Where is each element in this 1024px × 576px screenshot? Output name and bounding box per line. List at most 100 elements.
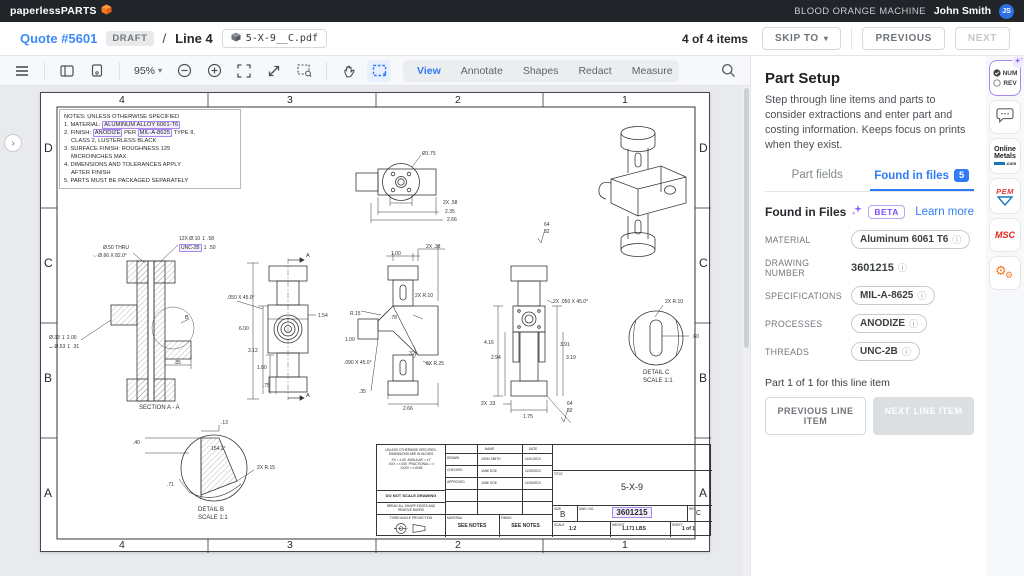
note-line: 3. SURFACE FINISH: ROUGHNESS 125	[64, 145, 236, 153]
extraction-thread[interactable]: UNC-2B	[179, 244, 202, 252]
panel-description: Step through line items and parts to con…	[765, 93, 974, 153]
note-line: 5. PARTS MUST BE PACKAGED SEPARATELY	[64, 177, 236, 185]
rev-radio[interactable]: REV	[993, 79, 1016, 87]
zoom-level-dropdown[interactable]: 95% ▾	[130, 63, 166, 79]
tb-title-label: TITLE	[554, 472, 563, 476]
tab-view[interactable]: View	[407, 62, 451, 80]
marquee-zoom-icon[interactable]	[292, 60, 316, 82]
avatar[interactable]: JS	[999, 4, 1014, 19]
chat-widget-card[interactable]	[989, 100, 1021, 134]
tab-annotate[interactable]: Annotate	[451, 62, 513, 80]
dim-label: 64	[567, 401, 573, 407]
tb-material-value: SEE NOTES	[445, 523, 499, 529]
field-label: THREADS	[765, 347, 851, 357]
third-angle-projection-icon	[393, 522, 429, 535]
pem-card[interactable]: PEM	[989, 178, 1021, 214]
skip-to-button[interactable]: SKIP TO ▾	[762, 27, 841, 50]
sparkle-plus-icon: +	[1012, 55, 1024, 68]
info-icon[interactable]: ⓘ	[909, 317, 918, 330]
tb-material-label: MATERIAL	[447, 516, 463, 520]
line-label: Line 4	[175, 31, 213, 46]
quote-bar: Quote #5601 DRAFT / Line 4 5-X-9__C.pdf …	[0, 22, 1024, 56]
tb-checked-date: 11/05/2020	[525, 469, 541, 473]
dim-label: .71	[167, 482, 174, 488]
field-value-chip[interactable]: MIL-A-8625ⓘ	[851, 286, 935, 305]
thumbnails-panel-icon[interactable]	[55, 60, 79, 82]
pan-hand-icon[interactable]	[337, 60, 361, 82]
tb-drawn-date: 11/01/2020	[525, 457, 541, 461]
online-metals-card[interactable]: Online Metals .com	[989, 138, 1021, 174]
dim-label: 2X R.10	[665, 299, 683, 305]
extraction-drawing-number[interactable]: 3601215	[612, 507, 651, 518]
divider	[119, 62, 120, 80]
integrations-rail: + NUM REV Online Metals .com PEM M	[986, 56, 1024, 576]
field-value-chip[interactable]: ANODIZEⓘ	[851, 314, 927, 333]
dim-label: 32	[409, 351, 415, 357]
brand-logo[interactable]: paperlessPARTS	[10, 4, 112, 18]
drawing-sheet: 4 3 2 1 4 3 2 1 D C B A D C B A	[40, 92, 710, 552]
next-button[interactable]: NEXT	[955, 27, 1010, 50]
brand-cube-icon	[101, 4, 112, 18]
tb-finish-label: FINISH	[501, 516, 511, 520]
info-icon[interactable]: ⓘ	[952, 233, 961, 246]
dim-label: DETAIL C	[643, 370, 669, 376]
tab-redact[interactable]: Redact	[568, 62, 621, 80]
tab-part-fields[interactable]: Part fields	[765, 163, 870, 191]
search-icon[interactable]	[716, 60, 740, 82]
zoom-out-icon[interactable]	[172, 60, 196, 82]
tab-shapes[interactable]: Shapes	[513, 62, 569, 80]
note-line: 4. DIMENSIONS AND TOLERANCES APPLY	[64, 161, 236, 169]
page-view-icon[interactable]	[85, 60, 109, 82]
previous-line-item-button[interactable]: PREVIOUS LINE ITEM	[765, 397, 866, 435]
zoom-in-icon[interactable]	[202, 60, 226, 82]
field-value-chip[interactable]: UNC-2Bⓘ	[851, 342, 920, 361]
field-row-drawing-number: DRAWING NUMBER 3601215ⓘ	[765, 258, 974, 277]
items-count: 4 of 4 items	[682, 32, 748, 46]
company-name: BLOOD ORANGE MACHINE	[794, 6, 926, 17]
note-line: 2. FINISH: ANODIZE PER MIL-A-8625 TYPE I…	[64, 129, 236, 137]
dim-label: .090 X 45.0°	[344, 360, 372, 366]
info-icon[interactable]: ⓘ	[917, 289, 926, 302]
dim-label: .78	[390, 315, 397, 321]
dim-label: A	[306, 253, 310, 259]
vertical-scrollbar	[743, 86, 750, 576]
msc-card[interactable]: MSC	[989, 218, 1021, 252]
file-chip[interactable]: 5-X-9__C.pdf	[222, 29, 327, 48]
tab-measure[interactable]: Measure	[622, 62, 683, 80]
menu-icon[interactable]	[10, 60, 34, 82]
quote-link[interactable]: Quote #5601	[20, 31, 97, 46]
scrollbar-thumb[interactable]	[744, 88, 749, 348]
next-line-item-button[interactable]: NEXT LINE ITEM	[873, 397, 974, 435]
title-block: UNLESS OTHERWISE SPECIFIED, DIMENSIONS A…	[376, 444, 711, 536]
tb-approved-name: JANE DOE	[481, 481, 497, 485]
num-rev-toggle-card[interactable]: + NUM REV	[989, 60, 1021, 96]
dim-label: SCALE 1:1	[198, 515, 228, 521]
tb-scale-value: 1:2	[569, 526, 576, 532]
previous-button[interactable]: PREVIOUS	[862, 27, 944, 50]
dim-label: UNC-2B ↧ .50	[179, 245, 216, 251]
tb-name-header: NAME	[485, 447, 494, 451]
online-metals-logo: Online Metals .com	[994, 146, 1017, 167]
settings-card[interactable]: ⚙⚙	[989, 256, 1021, 290]
extraction-material[interactable]: ALUMINUM ALLOY 6061-T6	[102, 121, 180, 129]
pdf-canvas: › 4 3 2 1 4 3 2 1 D C B A D C B A	[0, 86, 750, 576]
extraction-spec[interactable]: MIL-A-8625	[138, 129, 172, 137]
tab-found-in-files[interactable]: Found in files 5	[870, 163, 975, 191]
info-icon[interactable]: ⓘ	[898, 261, 907, 274]
extraction-process[interactable]: ANODIZE	[93, 129, 123, 137]
dim-label: .60	[692, 334, 699, 340]
num-radio[interactable]: NUM	[993, 69, 1018, 77]
tb-rev-label: REV	[689, 507, 696, 511]
learn-more-link[interactable]: Learn more	[915, 206, 974, 218]
user-name: John Smith	[934, 5, 991, 17]
file-name: 5-X-9__C.pdf	[246, 33, 318, 44]
fit-screen-icon[interactable]	[232, 60, 256, 82]
field-value-chip[interactable]: Aluminum 6061 T6ⓘ	[851, 230, 970, 249]
actual-size-icon[interactable]	[262, 60, 286, 82]
dim-label: ⌴ Ø.53 ↧ .31	[49, 344, 79, 350]
expand-panel-chevron-button[interactable]: ›	[4, 134, 22, 152]
tb-checked-name: JANE DOE	[481, 469, 497, 473]
crop-select-tool-icon[interactable]	[367, 60, 391, 82]
tb-checked: CHECKED	[447, 468, 463, 472]
info-icon[interactable]: ⓘ	[902, 345, 911, 358]
